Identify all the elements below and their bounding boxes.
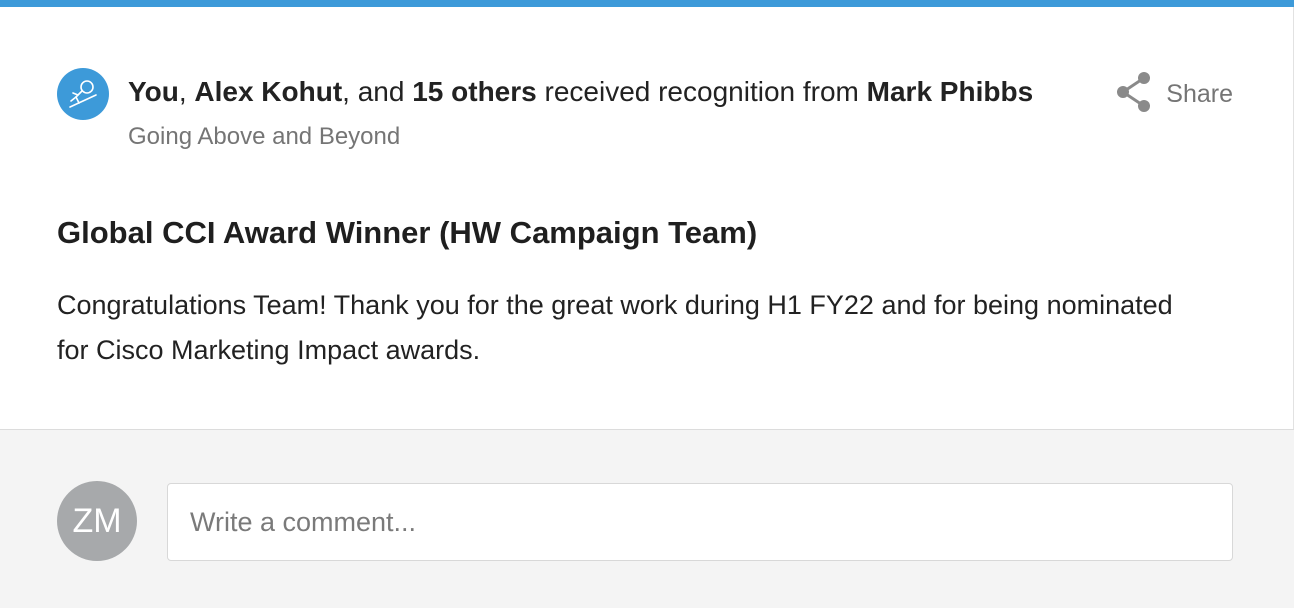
comment-input[interactable] (167, 483, 1233, 561)
comment-section: ZM (0, 429, 1294, 608)
recognition-text: received recognition from (536, 76, 867, 107)
share-icon (1116, 71, 1156, 118)
recipient-name[interactable]: Alex Kohut (194, 76, 342, 107)
separator: , (178, 76, 195, 107)
top-accent-bar (0, 0, 1294, 7)
recognition-headline: You, Alex Kohut, and 15 others received … (128, 75, 1033, 109)
post-header: You, Alex Kohut, and 15 others received … (57, 68, 1237, 158)
post-title: Global CCI Award Winner (HW Campaign Tea… (57, 215, 758, 250)
post-message: Congratulations Team! Thank you for the … (57, 290, 1173, 365)
share-label: Share (1166, 79, 1233, 108)
recipient-you[interactable]: You (128, 76, 179, 107)
recognition-card: You, Alex Kohut, and 15 others received … (0, 0, 1294, 608)
separator: , and (342, 76, 413, 107)
avatar[interactable]: ZM (57, 481, 137, 561)
sender-name[interactable]: Mark Phibbs (867, 76, 1033, 107)
recipient-others[interactable]: 15 others (412, 76, 537, 107)
recognition-category: Going Above and Beyond (128, 123, 401, 150)
recognition-icon (57, 68, 109, 120)
share-button[interactable]: Share (1116, 71, 1233, 114)
